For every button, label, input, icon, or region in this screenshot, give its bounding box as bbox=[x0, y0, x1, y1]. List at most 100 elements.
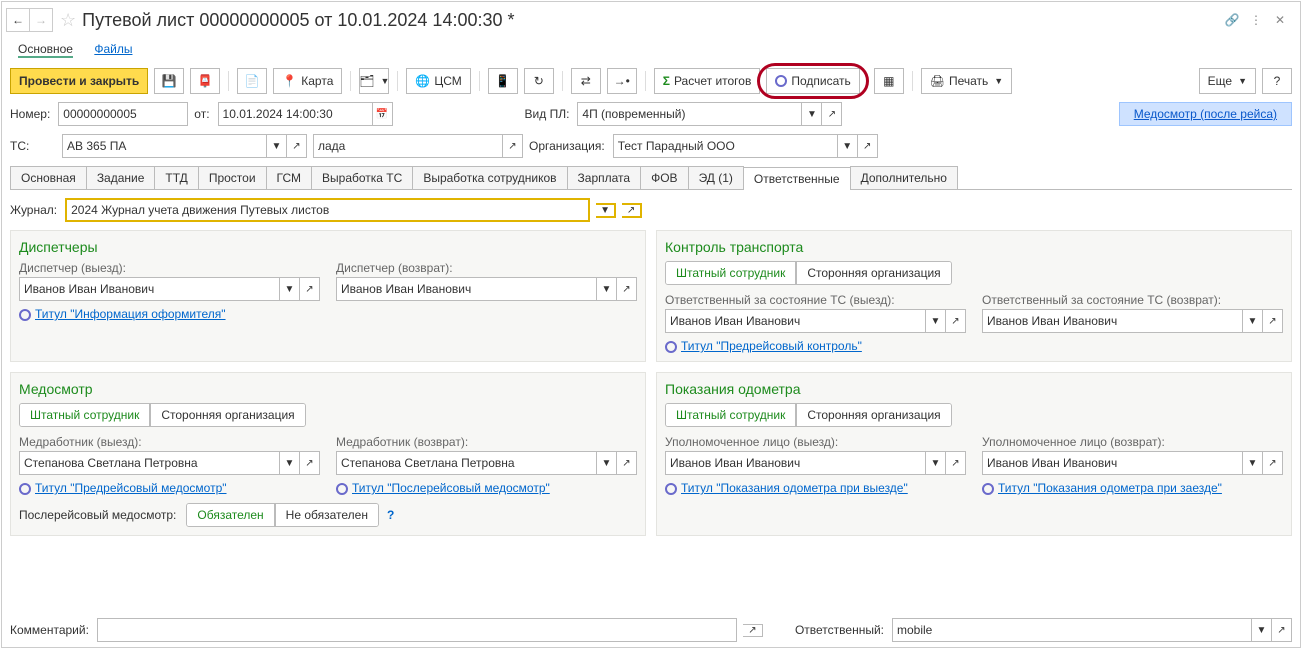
close-icon[interactable]: ✕ bbox=[1268, 8, 1292, 32]
sign-button[interactable]: Подписать bbox=[766, 68, 859, 94]
subnav-main[interactable]: Основное bbox=[18, 42, 73, 58]
journal-dropdown[interactable]: ▼ bbox=[596, 203, 616, 218]
odo-in-field[interactable]: Иванов Иван Иванович bbox=[982, 451, 1243, 475]
tab-additional[interactable]: Дополнительно bbox=[850, 166, 958, 189]
calendar-icon[interactable]: 📅 bbox=[373, 102, 393, 126]
disp-out-dropdown[interactable]: ▼ bbox=[280, 277, 300, 301]
tab-ed[interactable]: ЭД (1) bbox=[688, 166, 744, 189]
med-seg-staff[interactable]: Штатный сотрудник bbox=[20, 404, 150, 426]
kontrol-out-field[interactable]: Иванов Иван Иванович bbox=[665, 309, 926, 333]
refresh-button[interactable]: ↻ bbox=[524, 68, 554, 94]
med-after-trip-link[interactable]: Медосмотр (после рейса) bbox=[1119, 102, 1292, 126]
org-dropdown[interactable]: ▼ bbox=[838, 134, 858, 158]
kontrol-in-open[interactable]: ↗ bbox=[1263, 309, 1283, 333]
titul-odo-in-link[interactable]: Титул "Показания одометра при заезде" bbox=[998, 481, 1222, 495]
org-field[interactable]: Тест Парадный ООО bbox=[613, 134, 838, 158]
org-open[interactable]: ↗ bbox=[858, 134, 878, 158]
qr-button[interactable]: ▦ bbox=[874, 68, 904, 94]
kontrol-in-field[interactable]: Иванов Иван Иванович bbox=[982, 309, 1243, 333]
ts-label: ТС: bbox=[10, 139, 54, 153]
model-field[interactable]: лада bbox=[313, 134, 503, 158]
save-button[interactable]: 💾 bbox=[154, 68, 184, 94]
vidpl-field[interactable]: 4П (повременный) bbox=[577, 102, 802, 126]
tab-task[interactable]: Задание bbox=[86, 166, 156, 189]
subnav-files[interactable]: Файлы bbox=[94, 42, 132, 56]
comment-open[interactable]: ↗ bbox=[743, 624, 763, 637]
date-field[interactable]: 10.01.2024 14:00:30 bbox=[218, 102, 373, 126]
nav-forward-button[interactable]: → bbox=[29, 8, 53, 32]
tab-idle[interactable]: Простои bbox=[198, 166, 267, 189]
link-icon[interactable]: 🔗 bbox=[1220, 8, 1244, 32]
disp-in-field[interactable]: Иванов Иван Иванович bbox=[336, 277, 597, 301]
kontrol-seg-staff[interactable]: Штатный сотрудник bbox=[666, 262, 796, 284]
resp-dropdown[interactable]: ▼ bbox=[1252, 618, 1272, 642]
tab-fov[interactable]: ФОВ bbox=[640, 166, 688, 189]
titul-issuer-link[interactable]: Титул "Информация оформителя" bbox=[35, 307, 226, 321]
med-in-dropdown[interactable]: ▼ bbox=[597, 451, 617, 475]
help-button[interactable]: ? bbox=[1262, 68, 1292, 94]
titul-posttrip-med-link[interactable]: Титул "Послерейсовый медосмотр" bbox=[352, 481, 550, 495]
med-out-field[interactable]: Степанова Светлана Петровна bbox=[19, 451, 280, 475]
resp-open[interactable]: ↗ bbox=[1272, 618, 1292, 642]
nav-back-button[interactable]: ← bbox=[6, 8, 30, 32]
vidpl-open[interactable]: ↗ bbox=[822, 102, 842, 126]
phone-button[interactable]: 📱 bbox=[488, 68, 518, 94]
journal-field[interactable]: 2024 Журнал учета движения Путевых листо… bbox=[65, 198, 590, 222]
post-med-required[interactable]: Обязателен bbox=[187, 504, 274, 526]
med-seg-ext[interactable]: Сторонняя организация bbox=[150, 404, 304, 426]
journal-open[interactable]: ↗ bbox=[622, 203, 642, 218]
swap-in-button[interactable]: →• bbox=[607, 68, 637, 94]
swap-out-button[interactable]: ⇄ bbox=[571, 68, 601, 94]
favorite-star-icon[interactable]: ☆ bbox=[60, 10, 76, 31]
vidpl-dropdown[interactable]: ▼ bbox=[802, 102, 822, 126]
post-med-optional[interactable]: Не обязателен bbox=[275, 504, 378, 526]
disp-out-field[interactable]: Иванов Иван Иванович bbox=[19, 277, 280, 301]
ts-dropdown[interactable]: ▼ bbox=[267, 134, 287, 158]
number-field[interactable]: 00000000005 bbox=[58, 102, 188, 126]
comment-field[interactable] bbox=[97, 618, 737, 642]
disp-in-dropdown[interactable]: ▼ bbox=[597, 277, 617, 301]
med-out-open[interactable]: ↗ bbox=[300, 451, 320, 475]
odo-out-field[interactable]: Иванов Иван Иванович bbox=[665, 451, 926, 475]
odo-in-dropdown[interactable]: ▼ bbox=[1243, 451, 1263, 475]
map-button[interactable]: 📍Карта bbox=[273, 68, 342, 94]
titul-pretrip-control-link[interactable]: Титул "Предрейсовый контроль" bbox=[681, 339, 862, 353]
tab-output-ts[interactable]: Выработка ТС bbox=[311, 166, 413, 189]
odo-out-open[interactable]: ↗ bbox=[946, 451, 966, 475]
tab-salary[interactable]: Зарплата bbox=[567, 166, 642, 189]
kontrol-in-dropdown[interactable]: ▼ bbox=[1243, 309, 1263, 333]
csm-button[interactable]: 🌐 ЦСМ bbox=[406, 68, 470, 94]
kontrol-out-dropdown[interactable]: ▼ bbox=[926, 309, 946, 333]
model-open[interactable]: ↗ bbox=[503, 134, 523, 158]
based-on-button[interactable]: 📄 bbox=[237, 68, 267, 94]
more-button[interactable]: Еще▼ bbox=[1199, 68, 1256, 94]
ts-open[interactable]: ↗ bbox=[287, 134, 307, 158]
disp-out-open[interactable]: ↗ bbox=[300, 277, 320, 301]
print-button[interactable]: 🖨 Печать▼ bbox=[921, 68, 1012, 94]
titul-pretrip-med-link[interactable]: Титул "Предрейсовый медосмотр" bbox=[35, 481, 227, 495]
post-med-help-icon[interactable]: ? bbox=[387, 508, 394, 522]
post-and-close-button[interactable]: Провести и закрыть bbox=[10, 68, 148, 94]
tab-output-staff[interactable]: Выработка сотрудников bbox=[412, 166, 567, 189]
tab-responsible[interactable]: Ответственные bbox=[743, 167, 851, 190]
odo-seg-staff[interactable]: Штатный сотрудник bbox=[666, 404, 796, 426]
tab-basic[interactable]: Основная bbox=[10, 166, 87, 189]
odo-seg-ext[interactable]: Сторонняя организация bbox=[796, 404, 950, 426]
tab-gsm[interactable]: ГСМ bbox=[266, 166, 313, 189]
kontrol-out-open[interactable]: ↗ bbox=[946, 309, 966, 333]
post-button[interactable]: 📮 bbox=[190, 68, 220, 94]
kebab-menu-icon[interactable]: ⋮ bbox=[1244, 8, 1268, 32]
titul-odo-out-link[interactable]: Титул "Показания одометра при выезде" bbox=[681, 481, 908, 495]
odo-in-open[interactable]: ↗ bbox=[1263, 451, 1283, 475]
odo-out-dropdown[interactable]: ▼ bbox=[926, 451, 946, 475]
med-in-open[interactable]: ↗ bbox=[617, 451, 637, 475]
create-based-button[interactable]: 🗂▼ bbox=[359, 68, 389, 94]
disp-in-open[interactable]: ↗ bbox=[617, 277, 637, 301]
kontrol-seg-ext[interactable]: Сторонняя организация bbox=[796, 262, 950, 284]
ts-field[interactable]: АВ 365 ПА bbox=[62, 134, 267, 158]
tab-ttd[interactable]: ТТД bbox=[154, 166, 198, 189]
calc-totals-button[interactable]: Σ Расчет итогов bbox=[654, 68, 761, 94]
med-in-field[interactable]: Степанова Светлана Петровна bbox=[336, 451, 597, 475]
resp-field[interactable]: mobile bbox=[892, 618, 1252, 642]
med-out-dropdown[interactable]: ▼ bbox=[280, 451, 300, 475]
